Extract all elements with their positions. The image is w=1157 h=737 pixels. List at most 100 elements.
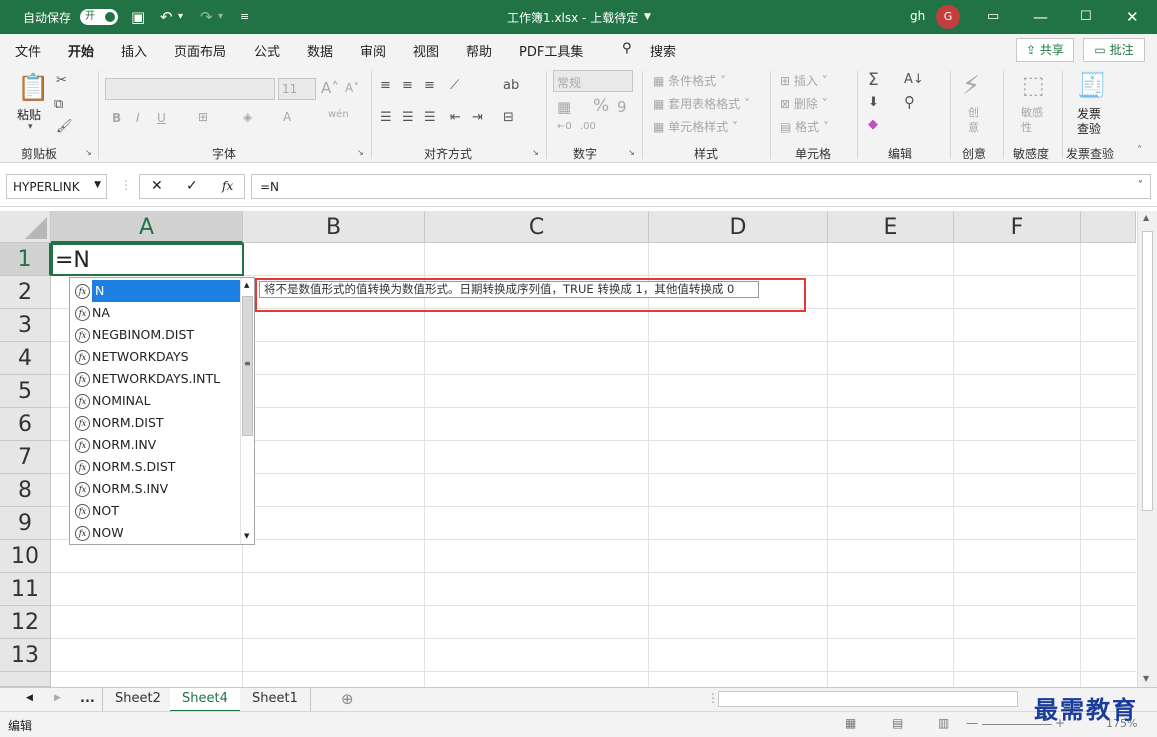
tab-view[interactable]: 视图 xyxy=(413,41,439,60)
merge-center-icon[interactable]: ⊟ xyxy=(503,110,514,125)
add-sheet-icon[interactable]: ⊕ xyxy=(341,690,354,708)
fill-color-icon[interactable]: ◈ xyxy=(243,110,252,124)
name-box[interactable]: HYPERLINK ▼ xyxy=(6,174,107,199)
expand-formula-bar-icon[interactable]: ˅ xyxy=(1138,180,1143,191)
insert-cells-button[interactable]: ⊞ 插入 ˅ xyxy=(780,72,828,89)
creative-button[interactable]: 创意 xyxy=(968,105,982,135)
row-header-10[interactable]: 10 xyxy=(0,540,51,573)
scroll-down-icon[interactable]: ▼ xyxy=(244,532,249,540)
prev-sheet-icon[interactable]: ◀ xyxy=(26,693,33,703)
column-header-c[interactable]: C xyxy=(425,211,649,243)
tab-page-layout[interactable]: 页面布局 xyxy=(174,41,226,60)
cell-styles-button[interactable]: ▦ 单元格样式 ˅ xyxy=(653,118,738,135)
autocomplete-item[interactable]: fx NORM.DIST xyxy=(74,412,240,434)
row-header-2[interactable]: 2 xyxy=(0,276,51,309)
search-icon[interactable]: ⚲ xyxy=(622,41,632,56)
conditional-format-button[interactable]: ▦ 条件格式 ˅ xyxy=(653,72,726,89)
sensitivity-icon[interactable]: ⬚ xyxy=(1022,71,1045,99)
paste-icon[interactable]: 📋 xyxy=(17,73,49,103)
select-all-button[interactable] xyxy=(0,211,51,243)
autocomplete-item[interactable]: fx NEGBINOM.DIST xyxy=(74,324,240,346)
autocomplete-item[interactable]: fx NETWORKDAYS.INTL xyxy=(74,368,240,390)
column-header-d[interactable]: D xyxy=(649,211,828,243)
format-as-table-button[interactable]: ▦ 套用表格格式 ˅ xyxy=(653,95,750,112)
undo-icon[interactable]: ↶ xyxy=(160,8,173,26)
increase-indent-icon[interactable]: ⇥ xyxy=(472,110,483,125)
italic-button[interactable]: I xyxy=(136,111,140,125)
bold-button[interactable]: B xyxy=(112,111,121,125)
sort-filter-icon[interactable]: A↓ xyxy=(904,72,924,87)
align-top-icon[interactable]: ≡ xyxy=(380,78,391,93)
share-button[interactable]: ⇪ 共享 xyxy=(1016,38,1074,62)
underline-button[interactable]: U xyxy=(157,111,166,125)
undo-dropdown-icon[interactable]: ▾ xyxy=(178,11,183,22)
paste-button[interactable]: 粘贴 xyxy=(17,106,41,123)
autocomplete-item[interactable]: fx NOT xyxy=(74,500,240,522)
row-header-3[interactable]: 3 xyxy=(0,309,51,342)
title-dropdown-icon[interactable]: ▼ xyxy=(644,12,651,22)
search-label[interactable]: 搜索 xyxy=(650,41,676,60)
scroll-thumb[interactable] xyxy=(1142,231,1153,511)
decrease-decimal-icon[interactable]: .00 xyxy=(580,121,596,132)
maximize-icon[interactable]: ☐ xyxy=(1080,9,1092,24)
row-header-7[interactable]: 7 xyxy=(0,441,51,474)
sheet-tab-sheet2[interactable]: Sheet2 xyxy=(102,688,173,712)
row-header-14[interactable] xyxy=(0,672,51,687)
redo-dropdown-icon[interactable]: ▾ xyxy=(218,11,223,22)
row-header-11[interactable]: 11 xyxy=(0,573,51,606)
avatar[interactable]: G xyxy=(936,5,960,29)
scroll-up-icon[interactable]: ▲ xyxy=(244,281,249,289)
shrink-font-icon[interactable]: A˅ xyxy=(345,81,359,95)
cut-icon[interactable]: ✂ xyxy=(56,73,67,88)
cancel-icon[interactable]: ✕ xyxy=(151,178,163,194)
row-header-12[interactable]: 12 xyxy=(0,606,51,639)
tab-insert[interactable]: 插入 xyxy=(121,41,147,60)
font-size-combo[interactable]: 11 xyxy=(278,78,316,100)
more-sheets-button[interactable]: ... xyxy=(68,688,107,712)
column-header-e[interactable]: E xyxy=(828,211,954,243)
row-header-6[interactable]: 6 xyxy=(0,408,51,441)
autocomplete-item[interactable]: fx NOMINAL xyxy=(74,390,240,412)
minimize-icon[interactable]: — xyxy=(1033,8,1048,26)
delete-cells-button[interactable]: ⊠ 删除 ˅ xyxy=(780,95,828,112)
formula-input[interactable]: =N xyxy=(251,174,1151,199)
next-sheet-icon[interactable]: ▶ xyxy=(54,693,61,703)
comment-button[interactable]: ▭ 批注 xyxy=(1083,38,1145,62)
sensitivity-button[interactable]: 敏感性 xyxy=(1021,105,1047,135)
active-cell-a1[interactable]: =N xyxy=(51,243,244,276)
column-header-b[interactable]: B xyxy=(243,211,425,243)
tab-home[interactable]: 开始 xyxy=(68,41,95,68)
autocomplete-item[interactable]: fx NETWORKDAYS xyxy=(74,346,240,368)
clipboard-launcher-icon[interactable]: ↘ xyxy=(85,148,92,157)
collapse-ribbon-icon[interactable]: ˄ xyxy=(1137,145,1142,156)
column-header-a[interactable]: A xyxy=(51,211,243,243)
vertical-scrollbar[interactable]: ▲ ▼ xyxy=(1137,211,1157,687)
paste-dropdown-icon[interactable]: ▾ xyxy=(28,122,33,132)
enter-icon[interactable]: ✓ xyxy=(186,178,198,194)
row-header-13[interactable]: 13 xyxy=(0,639,51,672)
autocomplete-item[interactable]: fx NORM.S.DIST xyxy=(74,456,240,478)
phonetic-icon[interactable]: wén xyxy=(328,109,349,120)
row-header-9[interactable]: 9 xyxy=(0,507,51,540)
currency-icon[interactable]: ▦ xyxy=(557,98,571,116)
save-icon[interactable]: ▣ xyxy=(131,8,145,26)
ribbon-display-icon[interactable]: ▭ xyxy=(987,9,999,24)
number-launcher-icon[interactable]: ↘ xyxy=(628,148,635,157)
autocomplete-item[interactable]: fx NORM.S.INV xyxy=(74,478,240,500)
increase-decimal-icon[interactable]: ←0 xyxy=(557,121,572,132)
tab-data[interactable]: 数据 xyxy=(307,41,333,60)
close-icon[interactable]: ✕ xyxy=(1126,8,1139,26)
tab-formulas[interactable]: 公式 xyxy=(254,41,280,60)
tab-file[interactable]: 文件 xyxy=(15,41,41,60)
borders-icon[interactable]: ⊞ xyxy=(198,110,208,124)
autosum-icon[interactable]: Σ xyxy=(868,70,879,90)
alignment-launcher-icon[interactable]: ↘ xyxy=(532,148,539,157)
autocomplete-item[interactable]: fx NOW xyxy=(74,522,240,544)
align-center-icon[interactable]: ☰ xyxy=(402,110,414,125)
customize-qat-icon[interactable]: ≡ xyxy=(240,10,249,23)
page-layout-view-icon[interactable]: ▤ xyxy=(892,716,903,730)
number-format-combo[interactable]: 常规 xyxy=(553,70,633,92)
fill-icon[interactable]: ⬇ xyxy=(868,95,879,110)
horizontal-scrollbar[interactable] xyxy=(718,691,1018,707)
column-header-f[interactable]: F xyxy=(954,211,1081,243)
